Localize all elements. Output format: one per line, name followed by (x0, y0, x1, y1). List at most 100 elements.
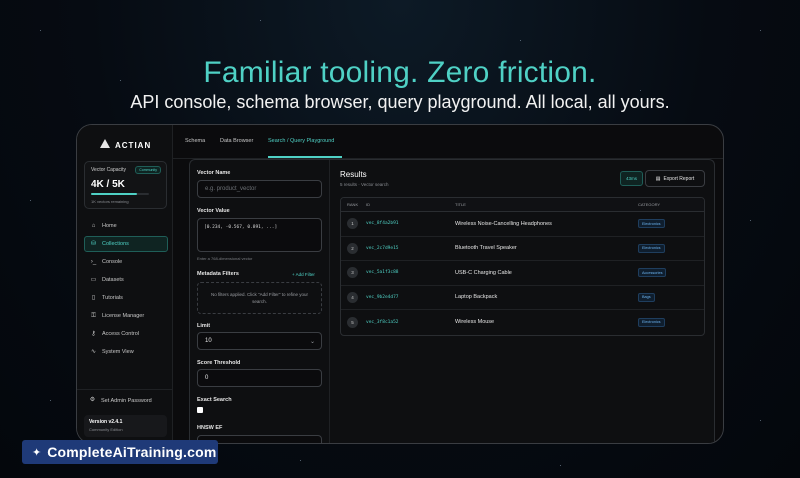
logo-text: ACTIAN (115, 141, 152, 150)
sidebar-divider (77, 389, 173, 390)
score-threshold-input[interactable]: 0 (197, 369, 322, 387)
sidebar-item-license-manager[interactable]: ⚿ License Manager (84, 308, 168, 324)
vector-capacity-card: Vector Capacity Community 4K / 5K 1K vec… (84, 161, 167, 209)
table-header: RANK ID TITLE CATEGORY (341, 198, 704, 212)
sidebar-item-tutorials[interactable]: ▯ Tutorials (84, 290, 168, 306)
sidebar-item-label: Collections (102, 241, 129, 247)
document-icon: ▤ (655, 175, 661, 182)
product-title: USB-C Charging Cable (455, 269, 512, 276)
home-icon: ⌂ (91, 222, 96, 229)
sidebar: ACTIAN Vector Capacity Community 4K / 5K… (77, 125, 173, 443)
metadata-filters-label: Metadata Filters (197, 271, 239, 277)
rank-badge: 1 (347, 218, 358, 230)
key-icon: ⚷ (91, 330, 96, 337)
vector-id: vec_8f4a2b91 (366, 221, 399, 227)
vector-name-input[interactable]: e.g. product_vector (197, 180, 322, 198)
sidebar-item-label: Home (102, 223, 117, 229)
product-title: Bluetooth Travel Speaker (455, 245, 517, 252)
sidebar-item-console[interactable]: ›_ Console (84, 254, 168, 270)
watermark-text: CompleteAiTraining.com (47, 444, 217, 460)
vector-id: vec_3f8c1a52 (366, 319, 399, 325)
watermark-banner: ✦ CompleteAiTraining.com (22, 440, 218, 464)
column-header-title[interactable]: TITLE (455, 202, 638, 207)
capacity-remaining: 1K vectors remaining (91, 199, 129, 204)
category-badge: Accessories (638, 268, 667, 278)
database-icon: ⛁ (90, 240, 97, 247)
timing-badge: 43ms (620, 171, 644, 186)
sidebar-item-system-view[interactable]: ∿ System View (84, 344, 168, 360)
column-header-category[interactable]: CATEGORY (638, 202, 704, 207)
column-header-id[interactable]: ID (366, 202, 455, 207)
add-filter-button[interactable]: + Add Filter (292, 272, 315, 277)
results-meta: 5 results · Vector search (340, 182, 389, 187)
tab-schema[interactable]: Schema (185, 138, 205, 144)
license-icon: ⚿ (91, 312, 96, 319)
category-badge: Electronics (638, 317, 665, 327)
table-row[interactable]: 4 vec_9b2e4d77 Laptop Backpack Bags (341, 286, 704, 310)
vector-name-label: Vector Name (197, 170, 231, 176)
set-admin-password-button[interactable]: ⚙ Set Admin Password (89, 397, 152, 404)
sidebar-item-datasets[interactable]: ▭ Datasets (84, 272, 168, 288)
category-badge: Electronics (638, 219, 665, 229)
sidebar-item-access-control[interactable]: ⚷ Access Control (84, 326, 168, 342)
capacity-value: 4K / 5K (91, 179, 125, 190)
limit-label: Limit (197, 323, 211, 329)
logo-icon (99, 139, 111, 149)
product-title: Wireless Mouse (455, 319, 495, 326)
playground-panel: Vector Name e.g. product_vector Vector V… (189, 159, 715, 443)
limit-select[interactable]: 10 ⌄ (197, 332, 322, 350)
edition-label: Community Edition (89, 427, 123, 432)
sidebar-item-home[interactable]: ⌂ Home (84, 218, 168, 234)
category-badge: Electronics (638, 243, 665, 253)
table-row[interactable]: 5 vec_3f8c1a52 Wireless Mouse Electronic… (341, 310, 704, 335)
export-report-button[interactable]: ▤ Export Report (645, 170, 705, 187)
version-info: Version v2.4.1 Community Edition (84, 415, 167, 437)
gear-icon: ⚙ (89, 397, 96, 403)
export-label: Export Report (663, 175, 695, 182)
column-header-rank[interactable]: RANK (341, 202, 366, 207)
active-tab-indicator (268, 156, 342, 158)
exact-search-label: Exact Search (197, 397, 232, 403)
rank-badge: 4 (347, 291, 358, 303)
sidebar-item-label: System View (102, 349, 134, 355)
vector-id: vec_9b2e4d77 (366, 294, 399, 300)
community-badge: Community (135, 166, 161, 174)
query-form: Vector Name e.g. product_vector Vector V… (190, 160, 330, 443)
sidebar-item-label: Console (102, 259, 123, 265)
vector-value-input[interactable]: [0.234, -0.567, 0.891, ...] (197, 218, 322, 252)
terminal-icon: ›_ (90, 258, 97, 265)
limit-value: 10 (205, 338, 212, 344)
rank-badge: 2 (347, 242, 358, 254)
table-row[interactable]: 2 vec_2c7d9e15 Bluetooth Travel Speaker … (341, 237, 704, 261)
results-table: RANK ID TITLE CATEGORY 1 vec_8f4a2b91 Wi… (340, 197, 705, 336)
book-icon: ▯ (91, 294, 96, 301)
admin-label: Set Admin Password (101, 397, 152, 404)
vector-id: vec_2c7d9e15 (366, 245, 399, 251)
hero-subtitle: API console, schema browser, query playg… (130, 92, 670, 112)
sidebar-item-label: Access Control (102, 331, 139, 337)
exact-search-checkbox[interactable] (197, 407, 203, 413)
product-title: Laptop Backpack (455, 294, 498, 301)
capacity-progress-fill (91, 193, 138, 195)
product-title: Wireless Noise-Cancelling Headphones (455, 220, 552, 227)
tab-search-query-playground[interactable]: Search / Query Playground (268, 138, 334, 144)
category-badge: Bags (638, 292, 655, 302)
table-row[interactable]: 1 vec_8f4a2b91 Wireless Noise-Cancelling… (341, 212, 704, 237)
rank-badge: 5 (347, 316, 358, 328)
hnsw-ef-label: HNSW EF (197, 425, 223, 431)
logo[interactable]: ACTIAN (99, 135, 151, 153)
sidebar-item-label: License Manager (102, 313, 145, 319)
tab-bar: Schema Data Browser Search / Query Playg… (173, 125, 723, 159)
tab-data-browser[interactable]: Data Browser (220, 138, 253, 144)
sidebar-item-label: Tutorials (102, 295, 123, 301)
table-row[interactable]: 3 vec_5a1f3c88 USB-C Charging Cable Acce… (341, 261, 704, 286)
sidebar-item-collections[interactable]: ⛁ Collections (84, 236, 168, 252)
results-title: Results (340, 170, 367, 179)
filters-empty-state: No filters applied. Click "Add Filter" t… (197, 282, 322, 314)
vector-value-label: Vector Value (197, 208, 230, 214)
vector-hint: Enter a 768-dimensional vector (197, 256, 253, 261)
results-panel: Results 5 results · Vector search 43ms ▤… (330, 160, 714, 443)
version-label: Version v2.4.1 (89, 419, 123, 425)
capacity-progress-bar (91, 193, 149, 195)
sidebar-item-label: Datasets (102, 277, 124, 283)
